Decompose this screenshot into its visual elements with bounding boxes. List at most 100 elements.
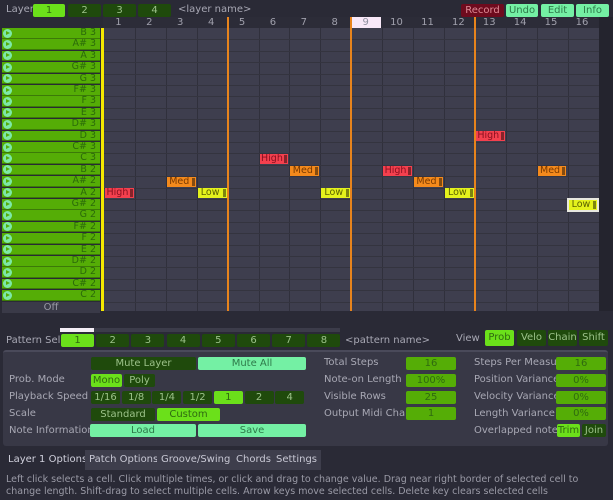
- prob-mode-mono[interactable]: Mono: [91, 374, 122, 387]
- note-cell[interactable]: High: [259, 154, 289, 165]
- row-label[interactable]: F# 3: [2, 84, 100, 96]
- total-steps-field[interactable]: 16: [406, 357, 456, 370]
- step-number[interactable]: 7: [288, 17, 319, 28]
- speed-button[interactable]: 4: [275, 391, 305, 404]
- visible-rows-field[interactable]: 25: [406, 391, 456, 404]
- play-icon[interactable]: [3, 188, 12, 198]
- play-icon[interactable]: [3, 176, 12, 186]
- step-number[interactable]: 13: [474, 17, 505, 28]
- pattern-3-button[interactable]: 3: [131, 334, 165, 347]
- step-number[interactable]: 5: [227, 17, 258, 28]
- view-chain-button[interactable]: Chain: [548, 330, 577, 346]
- step-number[interactable]: 6: [258, 17, 289, 28]
- row-label[interactable]: G# 2: [2, 198, 100, 210]
- length-variance-field[interactable]: 0%: [556, 407, 606, 420]
- layer-1-button[interactable]: 1: [33, 4, 65, 17]
- step-number[interactable]: 3: [165, 17, 196, 28]
- steps-per-measure-field[interactable]: 16: [556, 357, 606, 370]
- note-cell[interactable]: Med: [290, 165, 320, 176]
- step-number[interactable]: 1: [103, 17, 134, 28]
- tab-settings[interactable]: Settings: [272, 450, 322, 470]
- play-icon[interactable]: [3, 74, 12, 84]
- play-icon[interactable]: [3, 28, 12, 38]
- play-icon[interactable]: [3, 62, 12, 72]
- play-icon[interactable]: [3, 267, 12, 277]
- step-number[interactable]: 4: [196, 17, 227, 28]
- tab-chords[interactable]: Chords: [232, 450, 275, 470]
- speed-button[interactable]: 1: [213, 391, 243, 404]
- overlap-join-button[interactable]: Join: [582, 424, 606, 437]
- pattern-2-button[interactable]: 2: [96, 334, 130, 347]
- play-icon[interactable]: [3, 279, 12, 289]
- play-icon[interactable]: [3, 233, 12, 243]
- note-cell[interactable]: High: [475, 131, 505, 142]
- play-icon[interactable]: [3, 108, 12, 118]
- row-label[interactable]: D 3: [2, 130, 100, 142]
- note-cells[interactable]: High Med Low High Med Low High Med Low High Med Low: [104, 17, 599, 311]
- row-label[interactable]: D# 3: [2, 118, 100, 130]
- pattern-7-button[interactable]: 7: [272, 334, 306, 347]
- velocity-variance-field[interactable]: 0%: [556, 391, 606, 404]
- layer-2-button[interactable]: 2: [68, 4, 101, 17]
- row-label[interactable]: E 3: [2, 107, 100, 119]
- row-label[interactable]: C 3: [2, 152, 100, 164]
- play-icon[interactable]: [3, 96, 12, 106]
- pattern-name-field[interactable]: <pattern name>: [345, 335, 430, 346]
- play-icon[interactable]: [3, 131, 12, 141]
- play-icon[interactable]: [3, 142, 12, 152]
- pattern-4-button[interactable]: 4: [166, 334, 200, 347]
- step-number[interactable]: 14: [505, 17, 536, 28]
- speed-button[interactable]: 1/2: [183, 391, 213, 404]
- note-cell[interactable]: High: [105, 188, 134, 199]
- note-cell[interactable]: Med: [537, 165, 567, 176]
- view-velo-button[interactable]: Velo: [517, 330, 546, 346]
- row-label[interactable]: A# 2: [2, 175, 100, 187]
- note-cell[interactable]: Low: [568, 199, 598, 210]
- play-icon[interactable]: [3, 245, 12, 255]
- scale-custom-button[interactable]: Custom: [157, 408, 220, 421]
- play-icon[interactable]: [3, 39, 12, 49]
- edit-button[interactable]: Edit: [541, 4, 574, 17]
- row-label[interactable]: E 2: [2, 244, 100, 256]
- step-number[interactable]: 9: [350, 17, 382, 28]
- layer-3-button[interactable]: 3: [103, 4, 136, 17]
- view-shift-button[interactable]: Shift: [579, 330, 608, 346]
- row-label[interactable]: G 2: [2, 209, 100, 221]
- speed-button[interactable]: 1/8: [121, 391, 151, 404]
- step-number[interactable]: 10: [381, 17, 412, 28]
- row-label[interactable]: A 3: [2, 50, 100, 62]
- off-row[interactable]: Off: [2, 301, 100, 313]
- mute-layer-button[interactable]: Mute Layer: [91, 357, 196, 370]
- row-label[interactable]: B 3: [2, 27, 100, 39]
- row-label[interactable]: D 2: [2, 266, 100, 278]
- note-cell[interactable]: Low: [321, 188, 351, 199]
- prob-mode-poly[interactable]: Poly: [124, 374, 155, 387]
- output-midi-chan-field[interactable]: 1: [406, 407, 456, 420]
- speed-button[interactable]: 1/4: [152, 391, 182, 404]
- play-icon[interactable]: [3, 153, 12, 163]
- note-cell[interactable]: Med: [414, 176, 443, 187]
- play-icon[interactable]: [3, 222, 12, 232]
- pattern-1-button[interactable]: 1: [61, 334, 94, 347]
- mute-all-button[interactable]: Mute All: [198, 357, 306, 370]
- step-number[interactable]: 2: [134, 17, 165, 28]
- note-cell[interactable]: High: [383, 165, 412, 176]
- row-label[interactable]: C# 3: [2, 141, 100, 153]
- row-label[interactable]: F 2: [2, 232, 100, 244]
- row-label[interactable]: C# 2: [2, 278, 100, 290]
- step-number[interactable]: 11: [412, 17, 443, 28]
- play-icon[interactable]: [3, 256, 12, 266]
- tab-groove-swing[interactable]: Groove/Swing: [157, 450, 235, 470]
- play-icon[interactable]: [3, 290, 12, 300]
- view-prob-button[interactable]: Prob: [485, 330, 514, 346]
- record-button[interactable]: Record: [461, 4, 504, 17]
- pattern-5-button[interactable]: 5: [201, 334, 235, 347]
- tab-patch-options[interactable]: Patch Options: [85, 450, 163, 470]
- layer-name-field[interactable]: <layer name>: [178, 4, 251, 15]
- speed-button[interactable]: 2: [244, 391, 274, 404]
- note-cell[interactable]: Low: [444, 188, 474, 199]
- step-number[interactable]: 12: [443, 17, 474, 28]
- row-label[interactable]: A 2: [2, 187, 100, 199]
- play-icon[interactable]: [3, 85, 12, 95]
- load-button[interactable]: Load: [90, 424, 196, 437]
